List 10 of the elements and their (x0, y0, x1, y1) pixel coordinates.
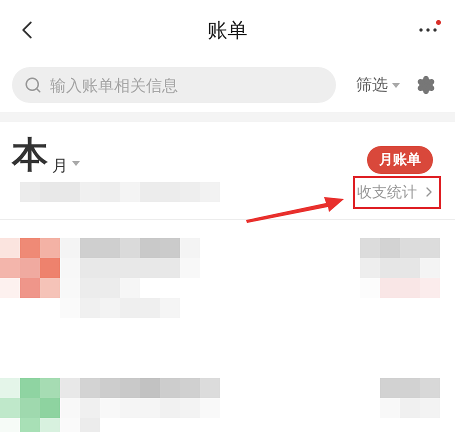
search-icon (24, 76, 42, 94)
month-picker[interactable]: 本 月 (12, 138, 80, 174)
more-icon (418, 27, 438, 33)
pixelated-icon-drawing (0, 238, 60, 298)
page-title: 账单 (208, 17, 248, 44)
search-field[interactable]: 输入账单相关信息 (12, 67, 336, 103)
filter-button[interactable]: 筛选 (356, 73, 400, 97)
caret-icon (392, 82, 400, 88)
monthly-bill-button[interactable]: 月账单 (367, 146, 433, 174)
caret-icon (72, 161, 80, 166)
